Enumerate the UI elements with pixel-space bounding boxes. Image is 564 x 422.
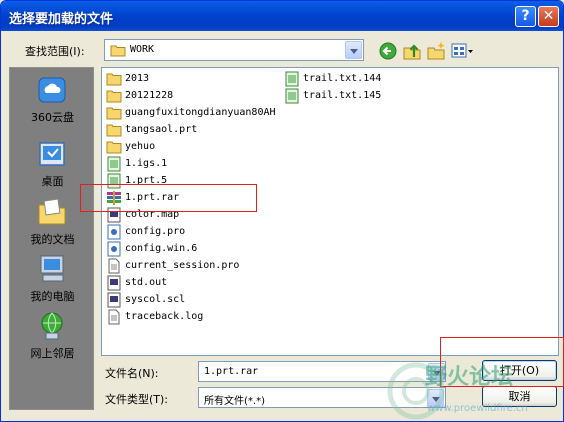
folder-icon (106, 88, 122, 104)
model-file-icon (106, 156, 122, 172)
chevron-down-icon[interactable] (345, 41, 362, 59)
watermark-text: 野火论坛 (425, 365, 514, 390)
place-360-cloud[interactable]: 360云盘 (10, 68, 95, 126)
filetype-label: 文件类型(T): (105, 393, 169, 406)
folder-icon (106, 139, 122, 155)
place-label: 我的文档 (30, 233, 75, 246)
filetype-value: 所有文件(*.*) (204, 396, 265, 407)
new-folder-icon[interactable] (426, 41, 446, 61)
folder-icon (106, 71, 122, 87)
highlight-box-file (80, 184, 257, 212)
place-label: 360云盘 (31, 111, 74, 124)
place-desktop[interactable]: 桌面 (10, 132, 95, 190)
system-file-icon (106, 292, 122, 308)
watermark-url: www.proewildfire.cn (427, 403, 528, 414)
place-label: 我的电脑 (30, 290, 75, 303)
places-bar: 360云盘 桌面 我的文档 我的电脑 网上邻居 (9, 67, 94, 410)
file-name: std.out (125, 277, 168, 288)
place-label: 网上邻居 (30, 347, 75, 360)
file-name: guangfuxitongdianyuan80AH (125, 107, 276, 118)
model-file-icon (284, 88, 300, 104)
file-name: traceback.log (125, 311, 204, 322)
file-name: trail.txt.144 (303, 73, 382, 84)
file-name: 2013 (125, 73, 150, 84)
title-bar[interactable]: 选择要加载的文件 ? ✕ (1, 1, 563, 31)
folder-icon (106, 105, 122, 121)
file-open-dialog: 选择要加载的文件 ? ✕ 查找范围(I): WORK 360云盘 桌面 我的文档… (0, 0, 564, 422)
desktop-icon (39, 142, 65, 166)
my-computer-icon (40, 255, 64, 282)
text-file-icon (106, 258, 122, 274)
file-name: yehuo (125, 141, 156, 152)
help-button[interactable]: ? (515, 6, 536, 27)
dialog-title: 选择要加载的文件 (9, 12, 114, 27)
my-documents-icon (38, 198, 66, 225)
system-file-icon (106, 275, 122, 291)
file-name: config.pro (125, 226, 186, 237)
up-folder-icon[interactable] (402, 41, 422, 61)
place-network[interactable]: 网上邻居 (10, 304, 95, 362)
filename-label: 文件名(N): (105, 367, 159, 380)
close-icon: ✕ (542, 8, 555, 24)
folder-icon (110, 45, 126, 57)
folder-icon (106, 122, 122, 138)
file-name: 1.igs.1 (125, 158, 168, 169)
place-my-computer[interactable]: 我的电脑 (10, 247, 95, 305)
close-button[interactable]: ✕ (538, 6, 559, 27)
back-icon[interactable] (378, 41, 398, 61)
text-file-icon (106, 309, 122, 325)
file-name: tangsaol.prt (125, 124, 198, 135)
file-name: syscol.scl (125, 294, 186, 305)
file-name: config.win.6 (125, 243, 198, 254)
file-name: current_session.pro (125, 260, 240, 271)
file-name: 20121228 (125, 90, 174, 101)
view-menu-icon[interactable] (450, 41, 474, 61)
config-file-icon (106, 241, 122, 257)
help-icon: ? (521, 8, 530, 24)
cloud-drive-icon (38, 77, 66, 103)
model-file-icon (284, 71, 300, 87)
look-in-combo[interactable]: WORK (104, 39, 364, 61)
network-places-icon (41, 312, 63, 340)
config-file-icon (106, 224, 122, 240)
look-in-label: 查找范围(I): (25, 45, 85, 58)
look-in-value: WORK (130, 44, 155, 55)
file-name: trail.txt.145 (303, 90, 382, 101)
